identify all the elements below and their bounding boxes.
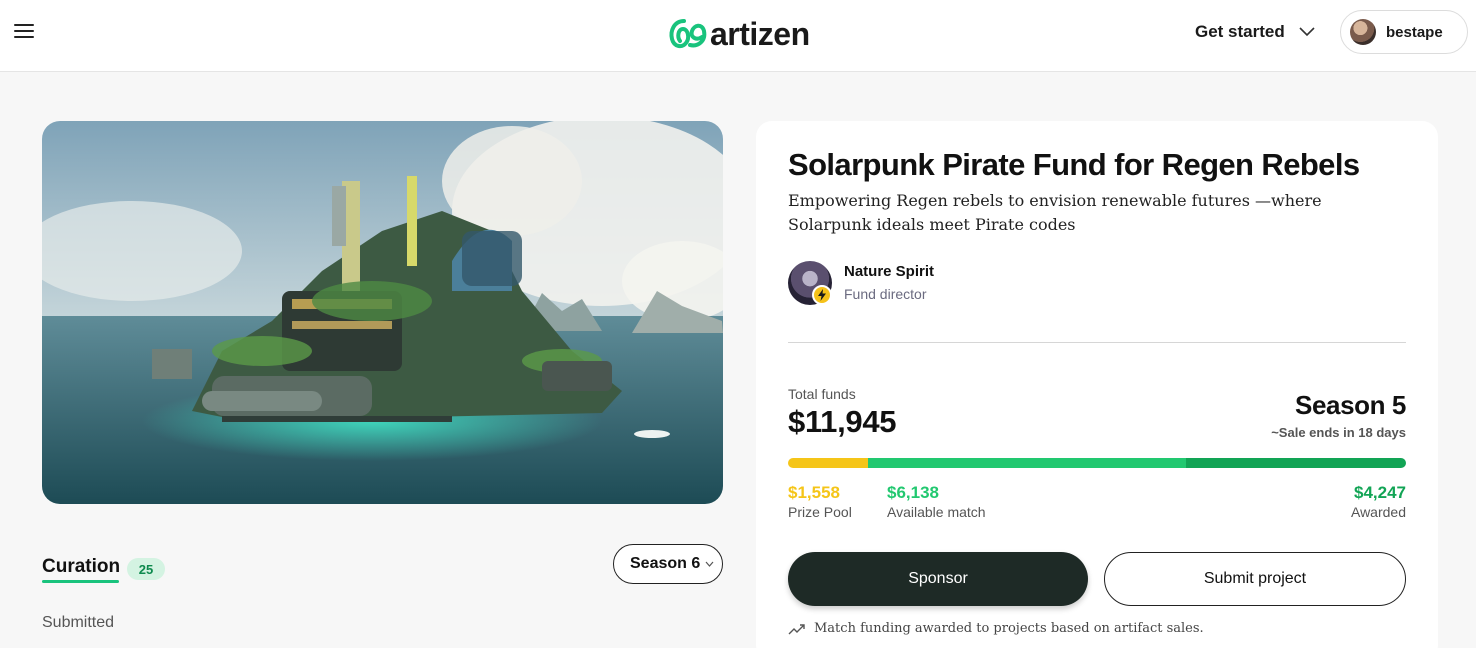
logo-text: artizen	[710, 16, 810, 52]
awarded-segment	[1185, 458, 1406, 468]
user-avatar	[1350, 19, 1376, 45]
solarpunk-island-illustration	[42, 121, 723, 504]
director-name[interactable]: Nature Spirit	[844, 263, 934, 280]
total-funds-value: $11,945	[788, 404, 897, 439]
match-funding-note-text: Match funding awarded to projects based …	[814, 621, 1204, 636]
get-started-dropdown[interactable]: Get started	[1195, 18, 1315, 46]
submitted-label: Submitted	[42, 614, 115, 631]
trending-up-icon	[788, 623, 805, 634]
curation-count-badge: 25	[127, 558, 165, 580]
sponsor-button[interactable]: Sponsor	[788, 552, 1088, 606]
fund-title: Solarpunk Pirate Fund for Regen Rebels	[788, 147, 1360, 182]
fund-hero-image	[42, 121, 723, 504]
divider	[788, 342, 1406, 343]
available-match-label: Available match	[887, 504, 986, 520]
sale-ends-text: ~Sale ends in 18 days	[1271, 425, 1406, 440]
artizen-logo[interactable]: artizen	[668, 14, 810, 54]
season-select[interactable]: Season 6	[613, 544, 723, 584]
user-name: bestape	[1386, 23, 1443, 41]
match-funding-note: Match funding awarded to projects based …	[788, 621, 1204, 636]
prize-pool-label: Prize Pool	[788, 504, 852, 520]
awarded-value: $4,247	[1354, 483, 1406, 502]
artizen-logo-mark-icon	[669, 19, 707, 49]
prize-pool-segment	[788, 458, 869, 468]
hamburger-menu-icon[interactable]	[14, 24, 34, 40]
prize-pool-value: $1,558	[788, 483, 840, 502]
funds-progress-bar	[788, 458, 1406, 468]
tab-curation[interactable]: Curation	[42, 556, 120, 578]
season-select-value: Season 6	[630, 555, 701, 572]
chevron-down-icon	[705, 561, 714, 567]
lightning-bolt-icon	[812, 285, 832, 305]
fund-description: Empowering Regen rebels to envision rene…	[788, 191, 1322, 234]
current-season-label: Season 5	[1295, 390, 1406, 420]
total-funds-label: Total funds	[788, 386, 856, 402]
available-match-value: $6,138	[887, 483, 939, 502]
chevron-down-icon	[1299, 27, 1315, 37]
awarded-label: Awarded	[1350, 504, 1406, 520]
user-menu-button[interactable]: bestape	[1340, 10, 1468, 54]
active-tab-indicator	[42, 580, 119, 583]
get-started-label: Get started	[1195, 22, 1285, 41]
submit-project-button[interactable]: Submit project	[1104, 552, 1406, 606]
available-match-segment	[868, 458, 1186, 468]
fund-info-card: Solarpunk Pirate Fund for Regen Rebels E…	[756, 121, 1438, 648]
director-role: Fund director	[844, 286, 927, 302]
top-header: artizen Get started bestape	[0, 0, 1476, 72]
